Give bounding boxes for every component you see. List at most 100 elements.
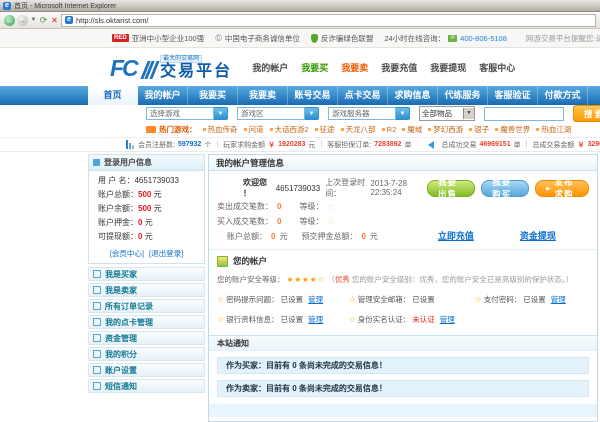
- hot-game-link[interactable]: 征途: [315, 124, 335, 135]
- logo-fc-icon: FC: [110, 56, 137, 80]
- header-nav-recharge[interactable]: 我要充值: [381, 61, 417, 74]
- security-item-status: 已设置: [412, 294, 435, 305]
- header-nav-service[interactable]: 客服中心: [479, 61, 515, 74]
- manage-link[interactable]: 管理: [308, 314, 323, 325]
- seller-notice-text: 作为卖家：目前有 0 条尚未完成的交易信息！: [226, 383, 387, 394]
- panel-body: 欢迎您 ！ 4651739033 上次登录时间： 2013-7-28 22:35…: [209, 171, 597, 421]
- deposit-value: 0: [138, 218, 142, 227]
- sidebar-item-all-orders[interactable]: 所有订单记录: [88, 299, 205, 313]
- your-account-header: 您的帐户: [217, 255, 589, 267]
- back-button[interactable]: ←: [4, 15, 15, 26]
- sidebar-item-seller[interactable]: 我是卖家: [88, 283, 205, 297]
- manage-link[interactable]: 管理: [308, 294, 323, 305]
- sidebar-item-points[interactable]: 我的积分: [88, 347, 205, 361]
- account-icon: [217, 256, 228, 267]
- bullet-icon: [341, 128, 344, 131]
- hot-game-link[interactable]: R2: [382, 125, 397, 134]
- post-wanted-button[interactable]: ▸ 发布求购: [535, 180, 589, 197]
- menu-square-icon: [93, 350, 101, 358]
- hot-game-link[interactable]: 天龙八部: [341, 124, 376, 135]
- badge-asia-top100: RED 亚洲中小型企业100强: [112, 33, 204, 44]
- district-select[interactable]: 游戏区 ▼: [237, 107, 319, 120]
- sidebar-item-funds[interactable]: 资金管理: [88, 331, 205, 345]
- header-nav-my-account[interactable]: 我的帐户: [252, 61, 288, 74]
- star-icon: ☆: [217, 295, 224, 304]
- stat-value-members: 597932: [178, 141, 201, 148]
- mail-icon: ✉: [448, 35, 457, 42]
- hot-game-link[interactable]: 梦幻西游: [428, 124, 463, 135]
- nav-tab-wanted[interactable]: 求购信息: [388, 86, 438, 105]
- stat-label: 客服担保订单:: [327, 140, 371, 150]
- sidebar-item-card-manage[interactable]: 我的点卡管理: [88, 315, 205, 329]
- panel-header: 我的帐户管理信息: [209, 155, 597, 171]
- nav-tab-card-trade[interactable]: 点卡交易: [338, 86, 388, 105]
- star-icon: ☆: [349, 295, 356, 304]
- sidebar-item-buyer[interactable]: 我是买家: [88, 267, 205, 281]
- hot-game-link[interactable]: 热血传奇: [203, 124, 238, 135]
- server-select[interactable]: 游戏服务器 ▼: [328, 107, 410, 120]
- note-paren: （: [327, 275, 335, 284]
- stat-unit: 单: [514, 140, 521, 150]
- stat-label: 总成交易金额: [532, 140, 574, 150]
- nav-tab-sell[interactable]: 我要卖: [238, 86, 288, 105]
- nav-tab-payment[interactable]: 付款方式: [538, 86, 588, 105]
- stop-button[interactable]: ✕: [50, 16, 59, 25]
- sidebar-item-sms[interactable]: 短信通知: [88, 379, 205, 393]
- hot-game-link[interactable]: 魔域: [402, 124, 422, 135]
- hot-game-link[interactable]: 银子: [469, 124, 489, 135]
- badge-ecommerce-cert: © 中国电子商务诚信单位: [215, 33, 300, 44]
- sidebar-item-label: 我的积分: [105, 349, 137, 360]
- header-nav-buy[interactable]: 我要买: [301, 61, 328, 74]
- header-nav-withdraw[interactable]: 我要提现: [430, 61, 466, 74]
- buy-button[interactable]: 我要购买: [481, 180, 529, 197]
- nav-tab-home[interactable]: 首页: [88, 86, 138, 105]
- manage-link[interactable]: 管理: [551, 294, 566, 305]
- recharge-link[interactable]: 立即充值: [438, 229, 474, 244]
- forward-button[interactable]: →: [17, 15, 28, 26]
- refresh-button[interactable]: ⟳: [39, 15, 48, 26]
- logout-link[interactable]: [退出登录]: [149, 248, 183, 259]
- sidebar-item-account-settings[interactable]: 账户设置: [88, 363, 205, 377]
- game-select-value: 选择游戏: [146, 107, 214, 120]
- game-select[interactable]: 选择游戏 ▼: [146, 107, 228, 120]
- item-type-select[interactable]: 全部物品 ▼: [419, 106, 475, 121]
- badge-green-alliance-label: 反诈骗绿色联盟: [321, 33, 374, 44]
- username-value: 4651739033: [134, 176, 179, 185]
- hot-game-link[interactable]: 魔兽世界: [495, 124, 530, 135]
- bullet-icon: [244, 128, 247, 131]
- header-nav-sell[interactable]: 我要卖: [341, 61, 368, 74]
- hot-game-link[interactable]: 热血江湖: [536, 124, 571, 135]
- nav-tab-buy[interactable]: 我要买: [188, 86, 238, 105]
- security-level-row: 您的账户安全等级： ★★★★☆ （优秀 您的账户安全级别：优秀，您的账户安全已是…: [217, 274, 589, 285]
- search-button[interactable]: 搜 索: [573, 105, 600, 122]
- window-titlebar: e 首页 - Microsoft Internet Explorer: [0, 0, 600, 12]
- nav-tab-my-account[interactable]: 我的帐户: [138, 86, 188, 105]
- hotline: 24小时在线咨询： ✉ 400-806-5108: [384, 33, 507, 44]
- hot-game-label: R2: [387, 125, 397, 134]
- sell-button[interactable]: 我要出售: [427, 180, 475, 197]
- hot-game-link[interactable]: 大话西游2: [270, 124, 309, 135]
- menu-square-icon: [93, 302, 101, 310]
- divider: |: [216, 141, 218, 148]
- balance-value: 500: [138, 204, 151, 213]
- manage-link[interactable]: 管理: [440, 314, 455, 325]
- site-logo[interactable]: FC 最大的交易网 交易平台: [110, 55, 232, 80]
- page-content: 登录用户信息 用 户 名：4651739033 账户总额：500 元 账户余额：…: [0, 152, 600, 422]
- security-note: 您的账户安全级别：优秀，您的账户安全已是高级别的保护状态。）: [350, 275, 573, 284]
- row-label: 买入成交笔数：: [217, 214, 273, 229]
- hotline-label: 24小时在线咨询：: [384, 33, 445, 44]
- stat-unit: 个: [204, 140, 211, 150]
- nav-tab-account-trade[interactable]: 账号交易: [288, 86, 338, 105]
- withdrawable-value: 0: [138, 232, 142, 241]
- member-center-link[interactable]: [会员中心]: [110, 248, 144, 259]
- search-input[interactable]: [484, 107, 564, 121]
- hot-game-link[interactable]: 问道: [244, 124, 264, 135]
- withdraw-link[interactable]: 资金提现: [520, 229, 556, 244]
- nav-tab-service-verify[interactable]: 客服验证: [488, 86, 538, 105]
- panel-title: 我的帐户管理信息: [216, 157, 284, 169]
- url-input[interactable]: e http://sls.oktarist.com/: [61, 14, 596, 27]
- hotline-number[interactable]: 400-806-5108: [460, 34, 507, 43]
- history-dropdown-icon[interactable]: ▼: [30, 17, 37, 23]
- nav-tab-powerleveling[interactable]: 代练服务: [438, 86, 488, 105]
- security-item-label: 银行资料信息：: [226, 314, 279, 325]
